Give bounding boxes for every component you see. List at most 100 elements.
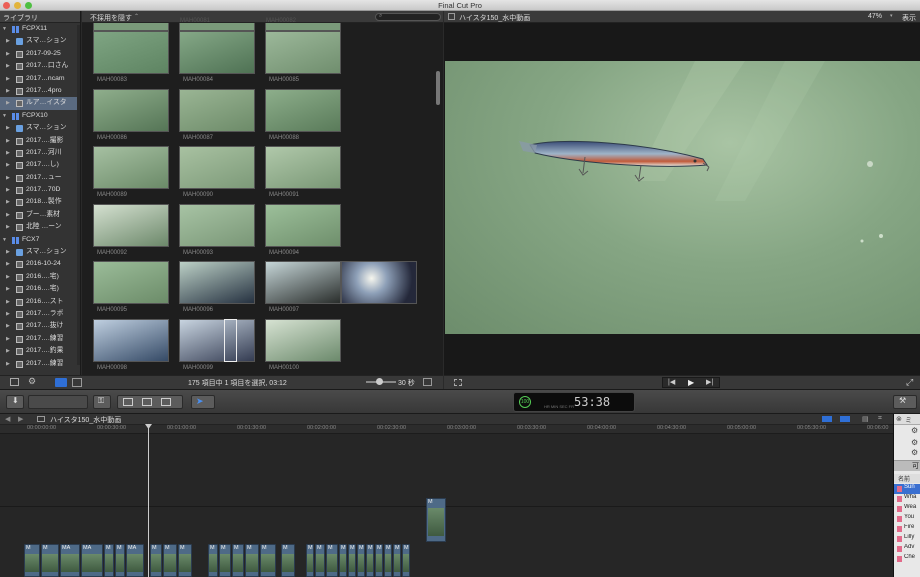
clip-thumbnail[interactable] [179, 318, 255, 362]
timeline-clip[interactable]: M [245, 544, 259, 577]
append-clip-icon[interactable] [161, 398, 171, 406]
library-item[interactable]: ▶ 2017…口さん [0, 60, 80, 72]
snapping-icon[interactable]: ⌗ [878, 415, 882, 423]
disclosure-triangle-icon[interactable]: ▼ [2, 23, 7, 35]
clip-thumbnail[interactable] [93, 146, 169, 189]
library-item[interactable]: ▶ ルア…イスタ [0, 97, 80, 110]
library-item[interactable]: ▶ 2017….釣果 [0, 345, 80, 357]
library-item[interactable]: ▶ 2017…4pro [0, 85, 80, 97]
timeline-clip[interactable]: M [281, 544, 295, 577]
library-item[interactable]: ▶ 2016-10-24 [0, 258, 80, 270]
timeline-clip[interactable]: M [357, 544, 365, 577]
library-item[interactable]: ▶ 2017….練習 [0, 358, 80, 370]
timeline-clip[interactable]: M [104, 544, 114, 577]
disclosure-triangle-icon[interactable]: ▶ [6, 97, 10, 109]
library-item[interactable]: ▶ 2017….し) [0, 159, 80, 171]
clip-thumbnail[interactable] [179, 261, 255, 304]
clip-thumbnail[interactable] [179, 23, 255, 31]
disclosure-triangle-icon[interactable]: ▶ [6, 85, 10, 97]
viewer-video-frame[interactable] [445, 61, 920, 334]
clip-thumbnail[interactable] [265, 146, 341, 189]
clip-appearance-icon[interactable]: ▤ [862, 415, 869, 423]
timeline-clip[interactable]: MA [126, 544, 144, 577]
disclosure-triangle-icon[interactable]: ▶ [6, 246, 10, 258]
timeline-clip[interactable]: M [115, 544, 125, 577]
clip-appearance-icon[interactable] [423, 378, 432, 386]
viewer-zoom-popup[interactable]: 47% [868, 13, 882, 20]
timeline-clip[interactable]: M [348, 544, 356, 577]
gear-icon[interactable]: ⚙ [911, 448, 918, 457]
next-edit-icon[interactable]: ▶| [706, 378, 713, 386]
clip-thumbnail[interactable] [179, 146, 255, 189]
clip-thumbnail[interactable] [265, 23, 341, 31]
disclosure-triangle-icon[interactable]: ▶ [6, 221, 10, 233]
disclosure-triangle-icon[interactable]: ▶ [6, 35, 10, 47]
library-item[interactable]: ▶ 2017…河川 [0, 147, 80, 159]
disclosure-triangle-icon[interactable]: ▶ [6, 48, 10, 60]
list-view-icon[interactable] [72, 378, 82, 387]
timeline-clip[interactable]: M [150, 544, 162, 577]
disclosure-triangle-icon[interactable]: ▶ [6, 122, 10, 134]
library-item[interactable]: ▶ スマ…ション [0, 122, 80, 134]
index-item[interactable]: Lilly [894, 534, 920, 544]
effects-button[interactable]: ⚒ [893, 395, 917, 409]
disclosure-triangle-icon[interactable]: ▶ [6, 283, 10, 295]
timeline-clip[interactable]: MA [60, 544, 80, 577]
clip-thumbnail[interactable] [93, 88, 169, 132]
background-tasks-indicator[interactable]: 100 [519, 396, 531, 408]
disclosure-triangle-icon[interactable]: ▶ [6, 296, 10, 308]
browser-scrollbar[interactable] [436, 71, 440, 105]
library-item[interactable]: ▶ 2018…製作 [0, 196, 80, 208]
connect-clip-icon[interactable] [123, 398, 133, 406]
library-item[interactable]: ▶ 2017…70D [0, 184, 80, 196]
insert-clip-icon[interactable] [142, 398, 152, 406]
timeline-clip[interactable]: M [402, 544, 410, 577]
disclosure-triangle-icon[interactable]: ▶ [6, 345, 10, 357]
index-item[interactable]: Fire [894, 524, 920, 534]
name-column-header[interactable]: 名前 [894, 474, 920, 483]
timeline-clip[interactable]: M [178, 544, 192, 577]
disclosure-triangle-icon[interactable]: ▶ [6, 271, 10, 283]
disclosure-triangle-icon[interactable]: ▼ [2, 110, 7, 122]
clip-thumbnail[interactable] [265, 261, 341, 304]
fullscreen-icon[interactable]: ⤢ [906, 377, 913, 388]
clip-thumbnail[interactable] [93, 31, 169, 74]
timeline-clip[interactable]: M [232, 544, 244, 577]
timeline-clip[interactable]: M [326, 544, 338, 577]
filmstrip-view-icon[interactable] [55, 378, 67, 387]
library-item[interactable]: ▶ 2017….撮影 [0, 135, 80, 147]
clip-thumbnail[interactable] [265, 318, 341, 362]
clip-thumbnail[interactable] [93, 318, 169, 362]
video-audio-toggle-icon[interactable] [822, 416, 832, 422]
disclosure-triangle-icon[interactable]: ▶ [6, 159, 10, 171]
timeline-clip[interactable]: M [315, 544, 325, 577]
skimmer-icon[interactable] [840, 416, 850, 422]
timeline-ruler[interactable]: 00:00:00:00 00:00:30:00 00:01:00:00 00:01:3… [0, 425, 893, 434]
library-item[interactable]: ▶ 2016….宅) [0, 271, 80, 283]
timeline-clip[interactable]: M [384, 544, 392, 577]
connected-clip[interactable]: M [426, 498, 446, 542]
library-item[interactable]: ▶ 2017-09-25 [0, 48, 80, 60]
dashboard-timecode[interactable]: 100 53:38 HR MIN SEC FR [513, 392, 635, 412]
disclosure-triangle-icon[interactable]: ▶ [6, 196, 10, 208]
keyword-ratings-group[interactable] [28, 395, 88, 409]
library-item[interactable]: ▶ 2017….ラボ [0, 308, 80, 320]
index-item[interactable]: Wea [894, 504, 920, 514]
inspector-keyword-button[interactable]: ⚿ [93, 395, 111, 409]
library-item[interactable]: ▶ 北陸 …ーン [0, 221, 80, 233]
clip-thumbnail[interactable] [179, 31, 255, 74]
disclosure-triangle-icon[interactable]: ▼ [2, 234, 7, 246]
index-item[interactable]: Che [894, 554, 920, 564]
gear-icon[interactable]: ⚙ [28, 376, 36, 387]
roles-tab[interactable]: 可 [894, 460, 920, 471]
clip-thumbnail[interactable] [265, 203, 341, 247]
index-item[interactable]: Sun [894, 484, 920, 494]
disclosure-triangle-icon[interactable]: ▶ [6, 258, 10, 270]
disclosure-triangle-icon[interactable]: ▶ [6, 320, 10, 332]
timeline-clip[interactable]: M [339, 544, 347, 577]
disclosure-triangle-icon[interactable]: ▶ [6, 147, 10, 159]
library-item[interactable]: ▶ スマ…ション [0, 246, 80, 258]
timeline-clip[interactable]: M [306, 544, 314, 577]
library-item[interactable]: ▼ FCPX11 [0, 23, 80, 35]
edit-mode-buttons[interactable] [117, 395, 183, 409]
